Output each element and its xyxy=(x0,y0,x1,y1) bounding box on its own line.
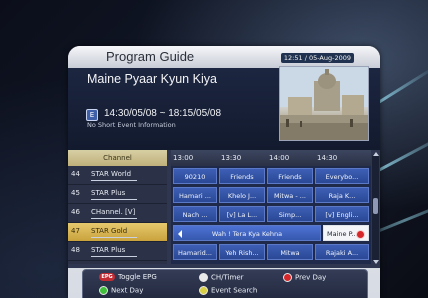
event-time: 14:30/05/08 ~ 18:15/05/08 xyxy=(104,108,222,119)
channel-name: STAR Plus xyxy=(91,189,126,197)
program-cell[interactable]: [v] La L... xyxy=(219,206,265,222)
next-day-hint[interactable]: Next Day xyxy=(99,286,143,295)
event-title: Maine Pyaar Kyun Kiya xyxy=(87,72,217,86)
channel-name: STAR Plus xyxy=(91,246,126,254)
channel-row[interactable]: 46 CHannel. [V] xyxy=(68,204,167,223)
key-hint-bar: EPG Toggle EPG CH/Timer Prev Day Next Day… xyxy=(82,269,368,298)
program-cell-focused[interactable]: Maine P... xyxy=(323,225,369,241)
event-grid: 90210 Friends Friends Everybo... Hamari … xyxy=(171,166,371,264)
scroll-up-icon[interactable] xyxy=(373,152,379,156)
ch-timer-hint[interactable]: CH/Timer xyxy=(199,273,244,282)
scroll-left-icon xyxy=(178,230,182,238)
channel-divider xyxy=(91,218,137,219)
record-icon xyxy=(356,230,365,239)
program-cell[interactable]: Wah ! Tera Kya Kehna xyxy=(173,225,321,241)
program-cell-label: Maine P... xyxy=(327,230,358,238)
program-cell[interactable]: [v] Engli... xyxy=(315,206,369,222)
channel-number: 46 xyxy=(71,208,80,216)
red-key-icon xyxy=(283,273,292,282)
program-cell[interactable]: Yeh Rish... xyxy=(219,244,265,260)
event-info-icon: E xyxy=(86,109,98,121)
program-cell[interactable]: Nach ... xyxy=(173,206,217,222)
program-cell[interactable]: Friends xyxy=(267,168,313,184)
time-slot: 14:30 xyxy=(317,154,338,162)
channel-row-selected[interactable]: 47 STAR Gold xyxy=(68,223,167,242)
channel-number: 45 xyxy=(71,189,80,197)
epg-key-icon: EPG xyxy=(99,273,115,281)
channel-divider xyxy=(91,180,137,181)
event-description: No Short Event Information xyxy=(87,121,176,129)
channel-name: CHannel. [V] xyxy=(91,208,136,216)
channel-row[interactable]: 45 STAR Plus xyxy=(68,185,167,204)
channel-name: STAR World xyxy=(91,170,132,178)
green-key-icon xyxy=(99,286,108,295)
toggle-epg-hint[interactable]: EPG Toggle EPG xyxy=(99,273,157,281)
current-datetime: 12:51 / 05-Aug-2009 xyxy=(280,53,354,63)
scroll-down-icon[interactable] xyxy=(373,260,379,264)
program-cell[interactable]: Mitwa xyxy=(267,244,313,260)
channel-divider xyxy=(91,237,137,238)
program-cell[interactable]: Mitwa - ... xyxy=(267,187,313,203)
time-slot: 13:00 xyxy=(173,154,194,162)
preview-image xyxy=(280,67,368,140)
channel-divider xyxy=(91,256,137,257)
epg-grid: Channel 44 STAR World 45 STAR Plus 46 CH… xyxy=(68,150,380,268)
program-cell-label: Wah ! Tera Kya Kehna xyxy=(211,230,283,238)
video-preview xyxy=(279,66,369,141)
prev-day-hint[interactable]: Prev Day xyxy=(283,273,326,282)
program-guide-panel: Program Guide 12:51 / 05-Aug-2009 Maine … xyxy=(68,46,380,298)
channel-list: 44 STAR World 45 STAR Plus 46 CHannel. [… xyxy=(68,166,167,264)
channel-number: 48 xyxy=(71,246,80,254)
page-title: Program Guide xyxy=(106,49,195,64)
program-cell[interactable]: Everybo... xyxy=(315,168,369,184)
channel-row[interactable]: 44 STAR World xyxy=(68,166,167,185)
program-cell[interactable]: Rajaki A... xyxy=(315,244,369,260)
program-cell[interactable]: 90210 xyxy=(173,168,217,184)
program-cell[interactable]: Hamarid... xyxy=(173,244,217,260)
time-slot: 14:00 xyxy=(269,154,290,162)
white-key-icon xyxy=(199,273,208,282)
channel-name: STAR Gold xyxy=(91,227,128,235)
program-cell[interactable]: Khelo J... xyxy=(219,187,265,203)
program-cell[interactable]: Friends xyxy=(219,168,265,184)
event-search-hint[interactable]: Event Search xyxy=(199,286,257,295)
channel-column-header: Channel xyxy=(68,150,167,166)
scroll-thumb[interactable] xyxy=(373,198,378,214)
timeline-header: 13:00 13:30 14:00 14:30 xyxy=(171,150,371,166)
yellow-key-icon xyxy=(199,286,208,295)
program-cell[interactable]: Simp... xyxy=(267,206,313,222)
grid-scrollbar[interactable] xyxy=(372,152,379,264)
channel-number: 44 xyxy=(71,170,80,178)
time-slot: 13:30 xyxy=(221,154,242,162)
channel-row[interactable]: 48 STAR Plus xyxy=(68,242,167,261)
channel-number: 47 xyxy=(71,227,80,235)
program-cell[interactable]: Raja K... xyxy=(315,187,369,203)
channel-divider xyxy=(91,199,137,200)
program-cell[interactable]: Hamari ... xyxy=(173,187,217,203)
